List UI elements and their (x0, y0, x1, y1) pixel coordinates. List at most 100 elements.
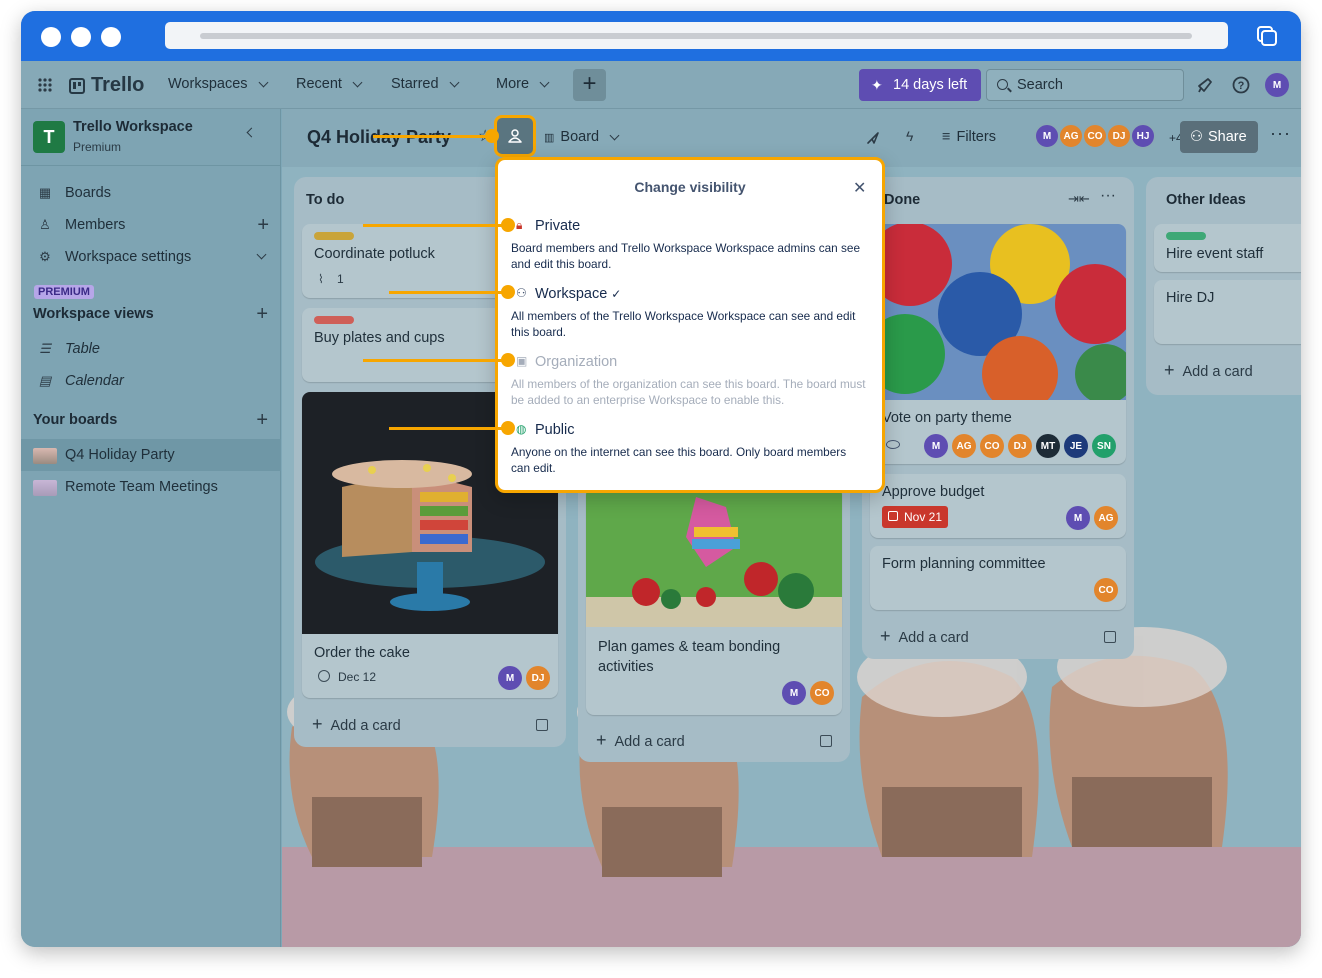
collapse-list-icon[interactable]: ⇥⇤ (1068, 191, 1090, 207)
card-member-avatar[interactable]: M (924, 434, 948, 458)
board-view-label: Board (560, 129, 600, 145)
member-avatar[interactable]: CO (1082, 123, 1108, 149)
member-avatar[interactable]: HJ (1130, 123, 1156, 149)
sidebar-item-members[interactable]: ♙ Members + (21, 209, 281, 241)
search-input[interactable]: Search (986, 69, 1184, 101)
card-member-avatar[interactable]: M (498, 666, 522, 690)
trial-label: 14 days left (893, 77, 968, 93)
trello-logo[interactable]: Trello (69, 74, 144, 97)
table-icon: ☰ (39, 341, 51, 356)
recent-menu[interactable]: Recent (296, 76, 363, 92)
address-placeholder-line (200, 33, 1192, 39)
megaphone-icon[interactable] (1196, 76, 1214, 94)
board-view-switcher[interactable]: ▥ Board (544, 129, 620, 145)
card-member-avatar[interactable]: SN (1092, 434, 1116, 458)
share-button[interactable]: ⚇ Share (1180, 121, 1258, 153)
list-done[interactable]: Done ⇥⇤ ··· Vote on party theme M AG CO … (862, 177, 1134, 659)
search-icon (997, 79, 1008, 90)
card-template-icon[interactable] (820, 735, 832, 747)
sidebar: T Trello Workspace Premium ▦ Boards ♙ Me… (21, 109, 281, 947)
visibility-option-public[interactable]: ◍ Public Anyone on the internet can see … (498, 416, 882, 482)
add-card-button[interactable]: + Add a card (312, 714, 401, 735)
list-menu-icon[interactable]: ··· (1100, 187, 1116, 205)
rocket-icon[interactable] (866, 131, 880, 145)
visibility-button[interactable] (494, 115, 536, 157)
due-date[interactable]: Dec 12 (338, 670, 376, 684)
chevron-down-icon (609, 130, 620, 140)
add-card-button[interactable]: + Add a card (1164, 360, 1253, 381)
board-member-avatars[interactable]: M AG CO DJ HJ (1034, 123, 1156, 149)
add-card-button[interactable]: + Add a card (880, 626, 969, 647)
automation-icon[interactable]: ϟ (906, 128, 913, 144)
card-member-avatar[interactable]: CO (980, 434, 1004, 458)
share-label: Share (1208, 129, 1247, 145)
chevron-down-icon[interactable] (256, 249, 267, 260)
trial-button[interactable]: ✦ 14 days left (859, 69, 981, 101)
sidebar-item-table[interactable]: ☰ Table (21, 333, 281, 365)
collapse-sidebar-icon[interactable] (246, 127, 257, 138)
card-hire-event-staff[interactable]: Hire event staff (1154, 224, 1301, 272)
sidebar-board-q4-holiday-party[interactable]: Q4 Holiday Party (21, 439, 281, 471)
option-title: Private (535, 218, 581, 234)
card-member-avatar[interactable]: MT (1036, 434, 1060, 458)
address-bar[interactable] (165, 22, 1228, 49)
card-title: Hire DJ (1166, 290, 1215, 306)
card-member-avatar[interactable]: CO (1094, 578, 1118, 602)
card-approve-budget[interactable]: Approve budget Nov 21 M AG (870, 474, 1126, 538)
workspace-name[interactable]: Trello Workspace (73, 119, 193, 135)
user-avatar[interactable]: M (1265, 73, 1289, 97)
close-icon[interactable]: ✕ (853, 178, 866, 198)
app-switcher-icon[interactable] (38, 78, 52, 92)
list-other-ideas[interactable]: Other Ideas Hire event staff Hire DJ + Ad… (1146, 177, 1301, 395)
card-member-avatar[interactable]: DJ (1008, 434, 1032, 458)
card-member-avatar[interactable]: CO (810, 681, 834, 705)
card-member-avatar[interactable]: AG (1094, 506, 1118, 530)
due-date-badge[interactable]: Nov 21 (882, 506, 949, 528)
add-card-button[interactable]: + Add a card (596, 730, 685, 751)
visibility-option-private[interactable]: 🔒︎ Private Board members and Trello Work… (498, 212, 882, 278)
card-member-avatar[interactable]: M (782, 681, 806, 705)
card-hire-dj[interactable]: Hire DJ (1154, 280, 1301, 344)
sidebar-item-calendar[interactable]: ▤ Calendar (21, 365, 281, 397)
more-menu[interactable]: More (496, 76, 550, 92)
sidebar-item-label: Remote Team Meetings (65, 479, 218, 495)
card-member-avatar[interactable]: M (1066, 506, 1090, 530)
card-template-icon[interactable] (536, 719, 548, 731)
filters-button[interactable]: ≡ Filters (942, 129, 996, 145)
card-label[interactable] (314, 232, 354, 240)
window-minimize-dot[interactable] (71, 27, 91, 47)
window-zoom-dot[interactable] (101, 27, 121, 47)
add-board-icon[interactable]: + (256, 409, 268, 432)
workspace-plan: Premium (73, 140, 122, 154)
card-template-icon[interactable] (1104, 631, 1116, 643)
add-view-icon[interactable]: + (256, 303, 268, 326)
member-avatar[interactable]: M (1034, 123, 1060, 149)
card-member-avatar[interactable]: AG (952, 434, 976, 458)
help-icon[interactable]: ? (1232, 76, 1250, 94)
more-options-icon[interactable]: ··· (1270, 123, 1291, 144)
create-button[interactable]: + (573, 69, 606, 101)
card-plan-games-team-bonding[interactable]: Plan games & team bonding activities M C… (586, 487, 842, 715)
starred-menu[interactable]: Starred (391, 76, 460, 92)
sidebar-item-workspace-settings[interactable]: ⚙ Workspace settings (21, 241, 281, 273)
sidebar-item-boards[interactable]: ▦ Boards (21, 177, 281, 209)
sidebar-board-remote-team-meetings[interactable]: Remote Team Meetings (21, 471, 281, 503)
card-label[interactable] (314, 316, 354, 324)
add-member-icon[interactable]: + (257, 209, 269, 241)
window-close-dot[interactable] (41, 27, 61, 47)
workspace-logo[interactable]: T (33, 121, 65, 153)
card-label[interactable] (1166, 232, 1206, 240)
member-avatar[interactable]: AG (1058, 123, 1084, 149)
check-icon: ✓ (611, 287, 622, 301)
visibility-option-workspace[interactable]: ⚇ Workspace ✓ All members of the Trello … (498, 280, 882, 346)
calendar-icon: ▤ (38, 373, 52, 388)
card-member-avatar[interactable]: DJ (526, 666, 550, 690)
card-title: Buy plates and cups (314, 330, 445, 346)
card-vote-on-party-theme[interactable]: Vote on party theme M AG CO DJ MT JE SN (870, 224, 1126, 464)
member-avatar[interactable]: DJ (1106, 123, 1132, 149)
callout-dot (501, 353, 515, 367)
card-member-avatar[interactable]: JE (1064, 434, 1088, 458)
tabs-icon[interactable] (1255, 24, 1279, 48)
card-form-planning-committee[interactable]: Form planning committee CO (870, 546, 1126, 610)
workspaces-menu[interactable]: Workspaces (168, 76, 268, 92)
